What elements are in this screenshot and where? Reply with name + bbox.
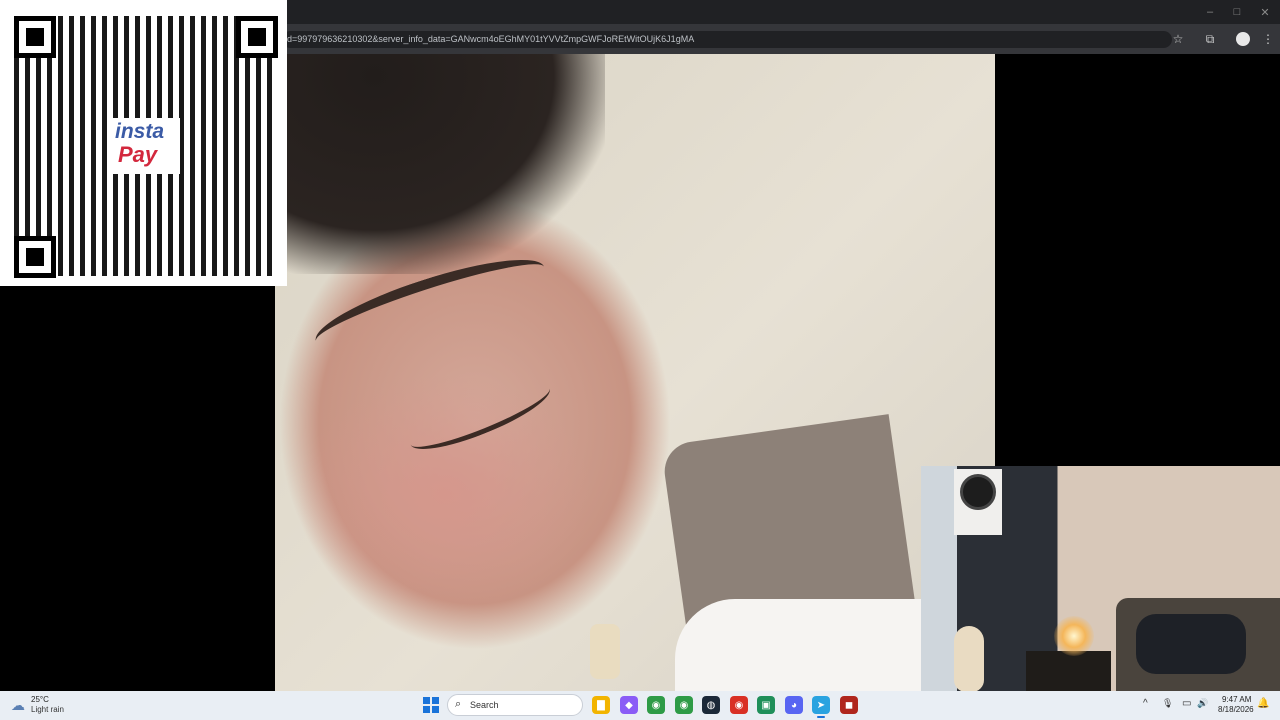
weather-desc[interactable]: Light rain (31, 705, 64, 714)
taskbar-app-dota[interactable]: ◼ (840, 696, 858, 714)
profile-avatar[interactable] (1236, 32, 1250, 46)
rain-cloud-icon[interactable]: ☁ (11, 697, 25, 714)
weather-temp[interactable]: 25°C (31, 695, 49, 704)
star-icon[interactable]: ☆ (1170, 31, 1186, 47)
vinyl-disc (960, 474, 996, 510)
instapay-logo-bottom: Pay (118, 142, 158, 167)
start-button[interactable] (423, 697, 439, 713)
main-video-feed (275, 54, 995, 691)
url-text[interactable]: d=997979636210302&server_info_data=GANwc… (287, 34, 694, 44)
search-icon: ⌕ (455, 698, 462, 710)
taskbar (0, 691, 1280, 720)
streamer (1136, 614, 1246, 674)
search-placeholder: Search (470, 700, 499, 710)
taskbar-app-chrome-3[interactable]: ◉ (730, 696, 748, 714)
qr-finder-top-left (14, 16, 56, 58)
kebab-menu-icon[interactable]: ⋮ (1260, 31, 1276, 47)
puzzle-icon[interactable]: ⧉ (1202, 31, 1218, 47)
shelf (1026, 651, 1111, 692)
taskbar-app-steam[interactable]: ◍ (702, 696, 720, 714)
taskbar-app-game-app[interactable]: ▣ (757, 696, 775, 714)
webcam-overlay (921, 466, 1280, 692)
chevron-up-icon[interactable]: ^ (1143, 698, 1148, 709)
qr-code-panel: insta Pay (0, 0, 287, 286)
video-eye (403, 372, 557, 461)
taskbar-search[interactable] (447, 694, 583, 716)
guitar (954, 626, 984, 692)
lamp-glow (1054, 616, 1094, 656)
video-teeth (590, 624, 620, 679)
display-icon[interactable]: ▭ (1182, 698, 1191, 709)
clock-date[interactable]: 8/18/2026 (1218, 705, 1254, 714)
taskbar-app-copilot[interactable]: ◆ (620, 696, 638, 714)
qr-finder-bottom-left (14, 236, 56, 278)
taskbar-app-chrome-1[interactable]: ◉ (647, 696, 665, 714)
mic-icon[interactable]: 🎙 (1162, 698, 1173, 709)
taskbar-app-telegram[interactable]: ➤ (812, 696, 830, 718)
video-hair-region (275, 54, 605, 274)
maximize-button[interactable]: □ (1222, 0, 1252, 24)
taskbar-app-file-explorer[interactable]: ▇ (592, 696, 610, 714)
taskbar-app-discord[interactable]: ◕ (785, 696, 803, 714)
taskbar-app-chrome-2[interactable]: ◉ (675, 696, 693, 714)
close-button[interactable]: ✕ (1250, 0, 1280, 24)
clock-time[interactable]: 9:47 AM (1222, 695, 1251, 704)
volume-icon[interactable]: 🔊 (1197, 698, 1208, 709)
qr-finder-top-right (236, 16, 278, 58)
notification-icon[interactable]: 🔔 (1257, 698, 1269, 709)
minimize-button[interactable]: – (1195, 0, 1225, 24)
instapay-logo-top: insta (115, 120, 165, 143)
